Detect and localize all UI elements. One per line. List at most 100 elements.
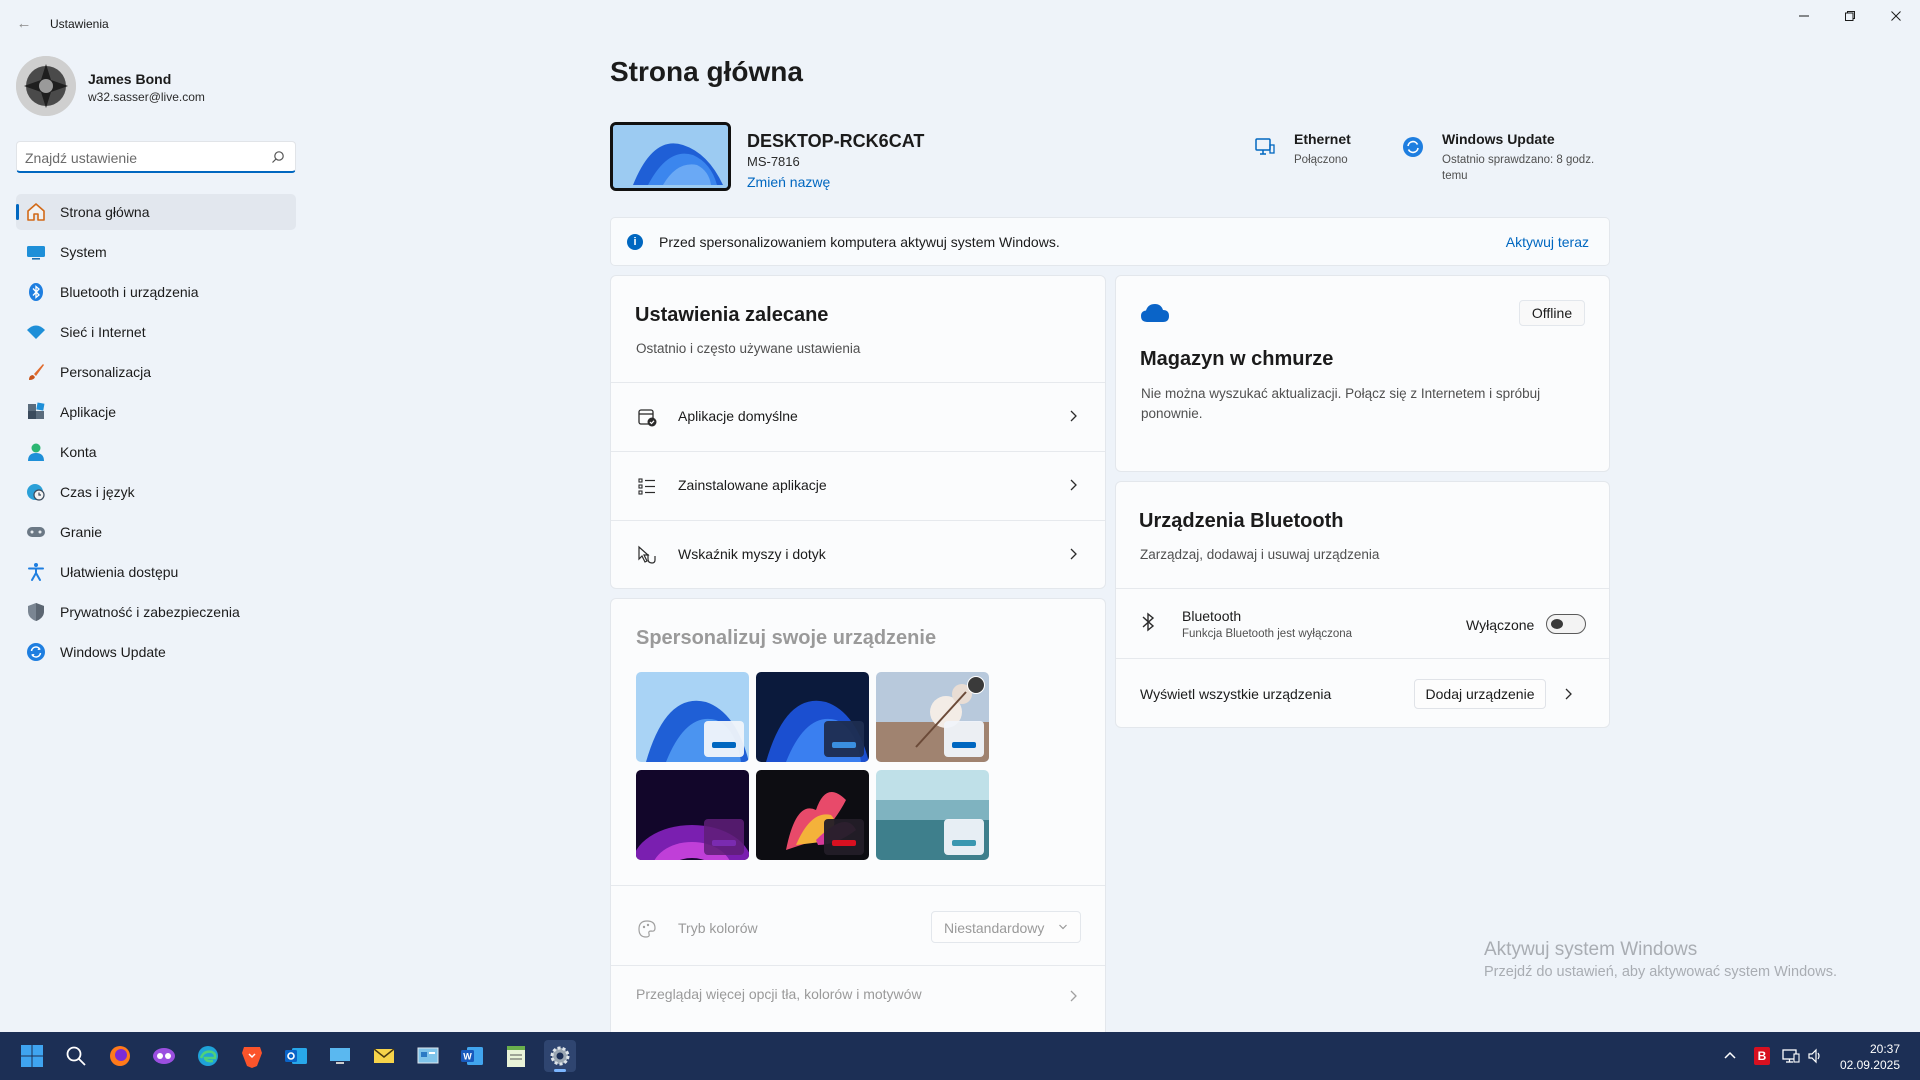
tray-volume[interactable] <box>1806 1046 1824 1066</box>
more-personalization-row[interactable]: Przeglądaj więcej opcji tła, kolorów i m… <box>611 966 1105 1022</box>
sidebar-item-home[interactable]: Strona główna <box>16 194 296 230</box>
back-arrow-icon[interactable]: ← <box>14 14 34 34</box>
recommended-item-mouse-pointer[interactable]: Wskaźnik myszy i dotyk <box>611 521 1105 589</box>
device-name: DESKTOP-RCK6CAT <box>747 131 925 151</box>
taskbar-remote-desktop[interactable] <box>324 1040 356 1072</box>
color-mode-label: Tryb kolorów <box>678 920 758 936</box>
sidebar-item-label: Czas i język <box>60 484 135 500</box>
bluetooth-icon <box>26 282 46 302</box>
sidebar-item-network[interactable]: Sieć i Internet <box>16 314 296 350</box>
taskbar-clock[interactable]: 20:37 02.09.2025 <box>1840 1041 1900 1073</box>
rename-link[interactable]: Zmień nazwę <box>747 174 830 190</box>
page-title: Strona główna <box>610 56 803 87</box>
tray-network[interactable] <box>1782 1046 1800 1066</box>
bluetooth-title: Urządzenia Bluetooth <box>1139 510 1344 532</box>
windows-update-status[interactable]: Windows Update Ostatnio sprawdzano: 8 go… <box>1402 128 1612 188</box>
sidebar-item-accessibility[interactable]: Ułatwienia dostępu <box>16 554 296 590</box>
sidebar-item-label: Granie <box>60 524 103 540</box>
taskbar-edge[interactable] <box>192 1040 224 1072</box>
divider <box>611 885 1105 886</box>
recommended-item-default-apps[interactable]: Aplikacje domyślne <box>611 383 1105 451</box>
palette-icon <box>638 920 656 938</box>
cloud-title: Magazyn w chmurze <box>1140 348 1334 370</box>
add-device-button[interactable]: Dodaj urządzenie <box>1414 679 1546 709</box>
taskbar-search-button[interactable] <box>60 1040 92 1072</box>
cloud-storage-card: Offline Magazyn w chmurze Nie można wysz… <box>1115 275 1610 472</box>
personalize-card: Spersonalizuj swoje urządzenie Tryb kolo… <box>610 598 1106 1032</box>
show-hidden-icons-button[interactable] <box>1721 1046 1739 1066</box>
theme-thumbnail-captured-motion[interactable] <box>756 770 869 860</box>
cloud-message: Nie można wyszukać aktualizacji. Połącz … <box>1141 386 1541 421</box>
gear-icon <box>550 1046 570 1066</box>
brush-icon <box>26 362 46 382</box>
control-panel-icon <box>417 1047 439 1064</box>
theme-thumbnail-flow[interactable] <box>876 770 989 860</box>
theme-thumbnail-glow[interactable] <box>636 770 749 860</box>
update-status-text: Ostatnio sprawdzano: 8 godz. temu <box>1442 154 1595 182</box>
sidebar-item-privacy[interactable]: Prywatność i zabezpieczenia <box>16 594 296 630</box>
taskbar-messenger-app[interactable] <box>148 1040 180 1072</box>
speaker-icon <box>1808 1048 1820 1064</box>
shield-icon <box>26 602 46 622</box>
taskbar-word[interactable]: W <box>456 1040 488 1072</box>
offline-badge: Offline <box>1519 300 1585 326</box>
update-icon <box>1403 137 1423 157</box>
view-all-devices-label[interactable]: Wyświetl wszystkie urządzenia <box>1140 686 1331 702</box>
apps-icon <box>26 402 46 422</box>
profile-name: James Bond <box>88 71 172 87</box>
monitor-icon <box>330 1048 350 1064</box>
search-icon[interactable] <box>271 150 285 164</box>
search-box[interactable] <box>16 141 296 173</box>
taskbar-notepad[interactable] <box>500 1040 532 1072</box>
close-button[interactable] <box>1873 0 1919 32</box>
update-title: Windows Update <box>1442 131 1555 147</box>
sidebar-item-bluetooth[interactable]: Bluetooth i urządzenia <box>16 274 296 310</box>
taskbar-brave[interactable] <box>236 1040 268 1072</box>
ethernet-status[interactable]: Ethernet Połączono <box>1254 128 1404 178</box>
taskbar-outlook[interactable] <box>280 1040 312 1072</box>
recommended-item-label: Zainstalowane aplikacje <box>678 477 827 493</box>
color-mode-dropdown[interactable]: Niestandardowy <box>931 911 1081 943</box>
chevron-right-icon <box>1070 990 1077 1002</box>
sidebar-item-system[interactable]: System <box>16 234 296 270</box>
sidebar-item-gaming[interactable]: Granie <box>16 514 296 550</box>
recommended-item-installed-apps[interactable]: Zainstalowane aplikacje <box>611 452 1105 520</box>
bluetooth-toggle[interactable] <box>1546 614 1586 634</box>
start-button[interactable] <box>16 1040 48 1072</box>
color-mode-row: Tryb kolorów Niestandardowy <box>611 895 1105 963</box>
theme-thumbnail-windows-light[interactable] <box>636 672 749 762</box>
sidebar-item-apps[interactable]: Aplikacje <box>16 394 296 430</box>
taskbar-control-panel[interactable] <box>412 1040 444 1072</box>
globe-clock-icon <box>26 482 46 502</box>
taskbar-settings[interactable] <box>544 1040 576 1072</box>
clock-date: 02.09.2025 <box>1839 1058 1900 1072</box>
user-profile[interactable]: James Bond w32.sasser@live.com <box>16 56 296 118</box>
device-thumbnail <box>610 122 731 191</box>
sidebar-item-label: Strona główna <box>60 204 150 220</box>
sidebar-item-label: Konta <box>60 444 97 460</box>
sidebar-item-personalization[interactable]: Personalizacja <box>16 354 296 390</box>
bluetooth-label: Bluetooth <box>1182 608 1242 624</box>
tray-app-b[interactable]: B <box>1753 1046 1771 1066</box>
info-icon: i <box>627 234 643 250</box>
sidebar-item-accounts[interactable]: Konta <box>16 434 296 470</box>
sidebar-item-label: Prywatność i zabezpieczenia <box>60 604 240 620</box>
device-info: DESKTOP-RCK6CAT MS-7816 Zmień nazwę <box>610 122 1010 194</box>
activate-now-link[interactable]: Aktywuj teraz <box>1506 234 1589 250</box>
sidebar-item-windows-update[interactable]: Windows Update <box>16 634 296 670</box>
chevron-right-icon[interactable] <box>1562 686 1574 702</box>
notepad-icon <box>507 1046 525 1067</box>
restore-button[interactable] <box>1827 0 1873 32</box>
update-icon <box>26 642 46 662</box>
taskbar-firefox[interactable] <box>104 1040 136 1072</box>
bluetooth-icon <box>1142 612 1155 632</box>
theme-thumbnail-blossom[interactable] <box>876 672 989 762</box>
theme-thumbnail-windows-dark[interactable] <box>756 672 869 762</box>
chat-app-icon <box>153 1048 175 1064</box>
taskbar-mail[interactable] <box>368 1040 400 1072</box>
sidebar-item-time-language[interactable]: Czas i język <box>16 474 296 510</box>
search-input[interactable] <box>25 148 265 168</box>
network-icon <box>1782 1049 1800 1063</box>
minimize-button[interactable] <box>1781 0 1827 32</box>
chevron-up-icon <box>1724 1051 1736 1059</box>
